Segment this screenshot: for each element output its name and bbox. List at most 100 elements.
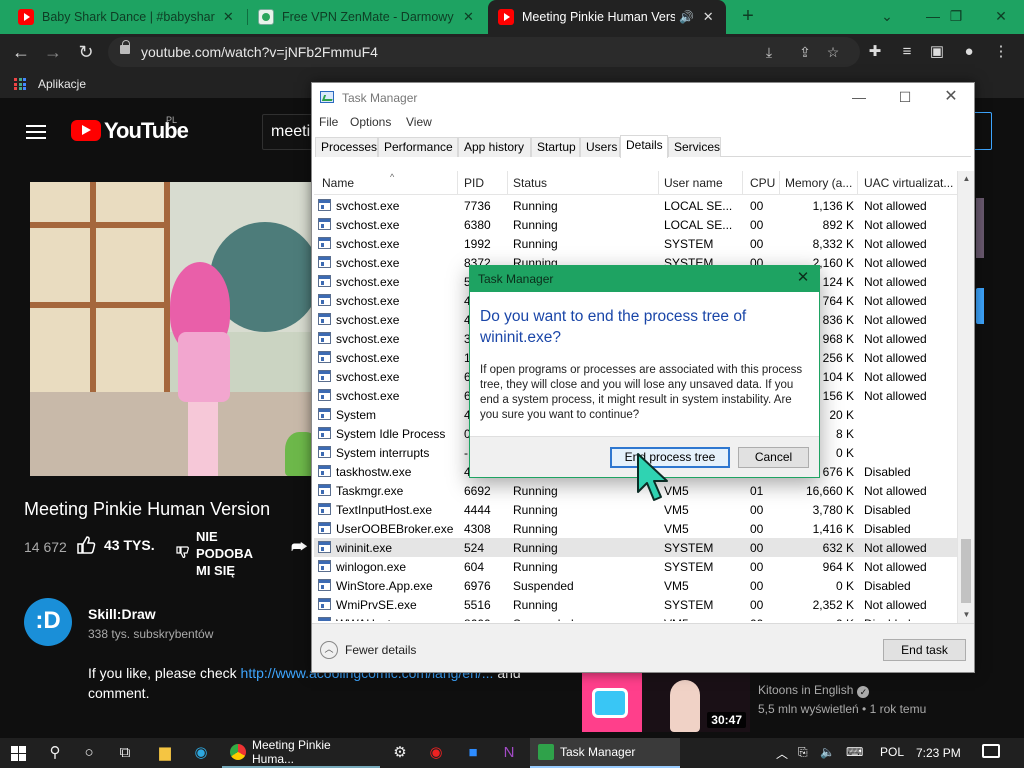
network-icon[interactable]: ⎘ (798, 745, 808, 760)
share-icon[interactable]: ⇪ (796, 43, 814, 61)
onenote-icon[interactable]: N (498, 742, 520, 764)
settings-gear-icon[interactable]: ⚙ (389, 742, 411, 764)
zoom-icon[interactable]: ■ (462, 742, 484, 764)
file-explorer-icon[interactable]: ▆ (154, 742, 176, 764)
column-header-status[interactable]: Status (513, 176, 547, 190)
volume-icon[interactable]: 🔈 (820, 745, 835, 759)
media-control-icon[interactable]: ≡ (896, 41, 918, 63)
browser-tab[interactable]: Baby Shark Dance | #babyshark ✕ (8, 0, 246, 34)
forward-arrow-icon[interactable]: → (42, 41, 64, 63)
address-bar[interactable]: youtube.com/watch?v=jNFb2FmmuF4 ⤓ ⇪ ☆ (108, 37, 860, 67)
tab-startup[interactable]: Startup (531, 137, 580, 157)
tab-services[interactable]: Services (668, 137, 721, 157)
lock-icon[interactable] (120, 40, 130, 54)
cortana-icon[interactable]: ○ (78, 742, 100, 764)
table-row[interactable]: WWAHost.exe 8600 Suspended VM5 00 0 K Disabled (314, 614, 958, 621)
taskbar-chrome-button[interactable]: Meeting Pinkie Huma... (222, 738, 380, 768)
system-clock[interactable]: 7:23 PM (916, 746, 961, 760)
apps-icon[interactable] (14, 78, 26, 90)
chevron-up-icon[interactable]: ︿ (776, 745, 788, 762)
maximize-icon[interactable]: ☐ (882, 83, 928, 113)
column-header-pid[interactable]: PID (464, 176, 484, 190)
tab-app-history[interactable]: App history (458, 137, 531, 157)
end-task-button[interactable]: End task (883, 639, 966, 661)
close-icon[interactable]: ✕ (221, 9, 236, 25)
taskbar-task-manager-button[interactable]: Task Manager (530, 738, 680, 768)
windows-start-icon[interactable] (11, 746, 26, 761)
cancel-button[interactable]: Cancel (738, 447, 809, 468)
scrollbar-thumb[interactable] (961, 539, 971, 603)
scroll-up-icon[interactable]: ▲ (958, 171, 975, 187)
table-row[interactable]: UserOOBEBroker.exe 4308 Running VM5 00 1,416 … (314, 519, 958, 538)
column-header-user[interactable]: User name (664, 176, 723, 190)
task-view-icon[interactable]: ⧉ (114, 742, 136, 764)
menu-file[interactable]: File (319, 115, 338, 129)
menu-kebab-icon[interactable]: ⋮ (990, 41, 1012, 63)
dialog-titlebar[interactable]: Task Manager ✕ (470, 266, 819, 292)
sidebar-button[interactable] (976, 288, 984, 324)
dislike-button[interactable]: NIE PODOBA MI SIĘ (196, 528, 266, 579)
reload-icon[interactable]: ↻ (75, 41, 97, 63)
channel-name[interactable]: Skill:Draw (88, 606, 156, 622)
table-row[interactable]: svchost.exe 6380 Running LOCAL SE... 00 892 K… (314, 215, 958, 234)
share-icon[interactable]: ⮫ (291, 537, 311, 557)
extensions-icon[interactable]: ✚ (864, 41, 886, 63)
thumbs-up-icon[interactable] (76, 535, 96, 555)
close-icon[interactable]: ✕ (700, 9, 716, 25)
search-icon[interactable]: ⚲ (44, 742, 66, 764)
profile-icon[interactable]: ● (958, 41, 980, 63)
language-indicator[interactable]: POL (880, 745, 904, 759)
channel-avatar[interactable]: :D (24, 598, 72, 646)
column-divider[interactable] (507, 171, 508, 195)
speaker-icon[interactable]: 🔊 (679, 10, 694, 24)
fewer-details-link[interactable]: Fewer details (345, 643, 416, 657)
side-panel-icon[interactable]: ▣ (926, 41, 948, 63)
restore-icon[interactable]: ❐ (934, 0, 978, 34)
video-player[interactable] (30, 182, 320, 476)
url-text[interactable]: youtube.com/watch?v=jNFb2FmmuF4 (141, 44, 378, 60)
column-divider[interactable] (658, 171, 659, 195)
task-manager-titlebar[interactable]: Task Manager — ☐ ✕ (312, 83, 974, 113)
thumbs-down-icon[interactable] (176, 546, 190, 558)
install-icon[interactable]: ⤓ (760, 43, 778, 61)
column-header-memory[interactable]: Memory (a... (785, 176, 852, 190)
scroll-down-icon[interactable]: ▼ (958, 607, 975, 623)
table-row[interactable]: wininit.exe 524 Running SYSTEM 00 632 K Not al… (314, 538, 958, 557)
minimize-icon[interactable]: — (836, 83, 882, 113)
keyboard-icon[interactable]: ⌨ (846, 745, 863, 759)
tab-processes[interactable]: Processes (315, 137, 378, 157)
recommended-thumbnail[interactable]: 30:47 (582, 672, 750, 732)
recommended-channel[interactable]: Kitoons in English ✓ (758, 683, 870, 698)
table-row[interactable]: svchost.exe 1992 Running SYSTEM 00 8,332 K Not… (314, 234, 958, 253)
column-header-uac[interactable]: UAC virtualizat... (864, 176, 953, 190)
table-row[interactable]: svchost.exe 7736 Running LOCAL SE... 00 1,136… (314, 196, 958, 215)
column-header-name[interactable]: ^ Name (322, 172, 394, 190)
browser-tab-active[interactable]: Meeting Pinkie Human Versi 🔊 ✕ (488, 0, 726, 34)
column-divider[interactable] (457, 171, 458, 195)
back-arrow-icon[interactable]: ← (10, 41, 32, 63)
close-icon[interactable]: ✕ (793, 268, 813, 288)
chevron-up-icon[interactable]: ︿ (320, 641, 338, 659)
table-row[interactable]: WinStore.App.exe 6976 Suspended VM5 00 0 K Dis… (314, 576, 958, 595)
tab-performance[interactable]: Performance (378, 137, 458, 157)
record-icon[interactable]: ◉ (425, 742, 447, 764)
new-tab-button[interactable]: + (738, 6, 758, 27)
table-row[interactable]: WmiPrvSE.exe 5516 Running SYSTEM 00 2,352 K No… (314, 595, 958, 614)
like-count[interactable]: 43 TYS. (104, 537, 155, 553)
column-divider[interactable] (857, 171, 858, 195)
close-icon[interactable]: ✕ (928, 83, 974, 113)
chevron-down-icon[interactable]: ⌄ (864, 0, 910, 34)
vertical-scrollbar[interactable]: ▲ ▼ (957, 171, 974, 623)
edge-icon[interactable]: ◉ (190, 742, 212, 764)
star-icon[interactable]: ☆ (824, 43, 842, 61)
table-row[interactable]: winlogon.exe 604 Running SYSTEM 00 964 K Not a… (314, 557, 958, 576)
apps-bookmark[interactable]: Aplikacje (38, 77, 86, 91)
recommended-channel-name[interactable]: Kitoons in English (758, 683, 853, 697)
column-header-cpu[interactable]: CPU (750, 176, 775, 190)
column-divider[interactable] (779, 171, 780, 195)
tab-users[interactable]: Users (580, 137, 620, 157)
end-process-tree-button[interactable]: End process tree (610, 447, 730, 468)
close-icon[interactable]: ✕ (461, 9, 476, 25)
notifications-icon[interactable] (982, 744, 1000, 758)
menu-options[interactable]: Options (350, 115, 391, 129)
